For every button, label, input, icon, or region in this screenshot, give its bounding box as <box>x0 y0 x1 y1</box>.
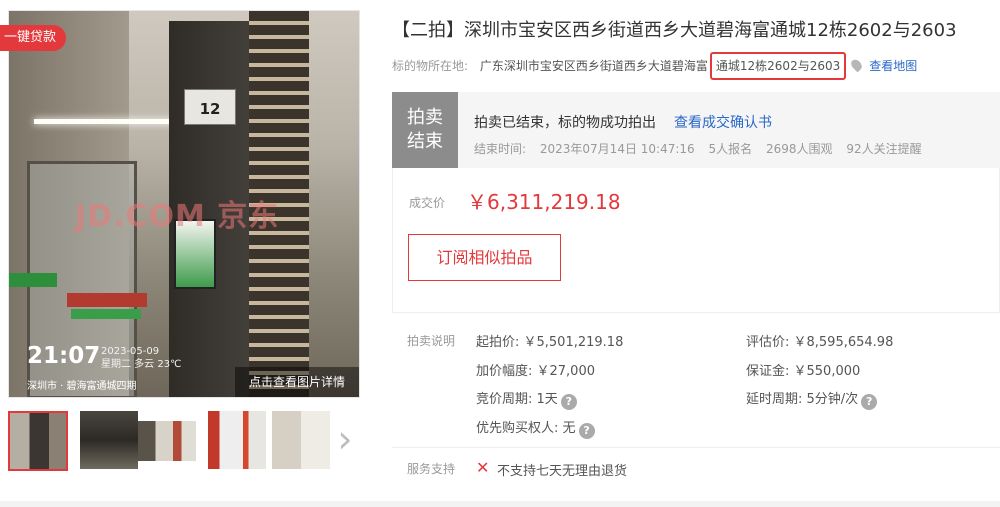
bottom-divider <box>0 501 1000 507</box>
end-time-label: 结束时间: <box>474 142 527 156</box>
thumbnail-1[interactable] <box>8 411 68 471</box>
status-badge-line1: 拍卖 <box>407 107 443 128</box>
priority-buyer-row: 优先购买权人: 无? <box>476 417 595 439</box>
auction-status-box: 拍卖 结束 拍卖已结束，标的物成功拍出 查看成交确认书 结束时间: 2023年07… <box>392 92 1000 168</box>
view-confirmation-link[interactable]: 查看成交确认书 <box>674 115 772 131</box>
appraisal-price: 评估价: ￥8,595,654.98 <box>746 335 894 350</box>
signup-count: 5人报名 <box>708 142 753 156</box>
status-stats-row: 结束时间: 2023年07月14日 10:47:16 5人报名 2698人围观 … <box>474 140 932 157</box>
deposit: 保证金: ￥550,000 <box>746 364 861 379</box>
no-return-policy: 不支持七天无理由退货 <box>497 464 628 479</box>
service-support-row: 服务支持 ✕ 不支持七天无理由退货 <box>392 447 1000 485</box>
extension-period-row: 延时周期: 5分钟/次? <box>746 388 878 410</box>
thumbnail-5[interactable] <box>272 411 330 469</box>
view-map-link[interactable]: 查看地图 <box>869 59 917 73</box>
auction-notes-label: 拍卖说明 <box>407 334 456 348</box>
location-row: 标的物所在地: 广东深圳市宝安区西乡街道西乡大道碧海富 通城12栋2602与260… <box>392 52 917 80</box>
price-box: 成交价 ￥6,311,219.18 订阅相似拍品 <box>392 168 1000 313</box>
status-message-row: 拍卖已结束，标的物成功拍出 查看成交确认书 <box>474 112 772 132</box>
question-icon[interactable]: ? <box>560 394 577 410</box>
main-property-photo[interactable]: 12 JD.COM 京东 21:07 2023-05-09 星期二 多云 23℃… <box>8 10 360 398</box>
subscribe-similar-button[interactable]: 订阅相似拍品 <box>408 234 561 281</box>
end-time: 2023年07月14日 10:47:16 <box>539 142 695 156</box>
jd-watermark: JD.COM 京东 <box>75 199 280 234</box>
photo-stamp-date: 2023-05-09 星期二 多云 23℃ <box>101 345 181 371</box>
deal-price: ￥6,311,219.18 <box>467 190 621 214</box>
photo-green-sign <box>9 273 57 287</box>
starting-price: 起拍价: ￥5,501,219.18 <box>476 335 624 350</box>
photo-stamp-time: 21:07 <box>27 343 101 369</box>
bid-increment: 加价幅度: ￥27,000 <box>476 364 595 379</box>
thumbnail-3[interactable] <box>138 421 196 461</box>
photo-stamp-location: 深圳市 · 碧海富通城四期 <box>27 381 137 392</box>
location-address: 广东深圳市宝安区西乡街道西乡大道碧海富 <box>479 59 708 73</box>
thumbnail-strip: › <box>8 411 360 477</box>
one-click-loan-badge[interactable]: 一键贷款 <box>0 25 67 51</box>
auction-title: 【二拍】深圳市宝安区西乡街道西乡大道碧海富通城12栋2602与2603 <box>392 20 957 41</box>
photo-green-sign-2 <box>71 309 141 319</box>
image-gallery: 12 JD.COM 京东 21:07 2023-05-09 星期二 多云 23℃… <box>0 8 362 478</box>
priority-buyer: 优先购买权人: 无 <box>476 421 576 436</box>
thumbnail-2[interactable] <box>80 411 138 469</box>
service-support-label: 服务支持 <box>407 462 456 476</box>
deal-price-label: 成交价 <box>409 196 446 210</box>
chevron-right-icon[interactable]: › <box>332 417 358 463</box>
question-icon[interactable]: ? <box>578 423 595 439</box>
view-count: 2698人围观 <box>765 142 833 156</box>
photo-stamp-weather: 星期二 多云 23℃ <box>101 359 182 370</box>
thumbnail-4[interactable] <box>208 411 266 469</box>
question-icon[interactable]: ? <box>861 394 878 410</box>
location-address-highlight: 通城12栋2602与2603 <box>709 52 847 80</box>
cross-icon: ✕ <box>476 458 490 477</box>
reminder-count: 92人关注提醒 <box>846 142 922 156</box>
location-label: 标的物所在地: <box>392 59 469 73</box>
photo-ceiling-light <box>34 119 184 124</box>
auction-ended-badge: 拍卖 结束 <box>392 92 458 168</box>
bidding-period: 竞价周期: 1天 <box>476 392 558 407</box>
photo-building-sign: 12 <box>184 89 236 125</box>
status-badge-line2: 结束 <box>407 131 443 152</box>
bidding-period-row: 竞价周期: 1天? <box>476 388 577 410</box>
photo-red-sign <box>67 293 147 307</box>
photo-stamp-date-line: 2023-05-09 <box>101 346 160 357</box>
status-message: 拍卖已结束，标的物成功拍出 <box>474 115 656 131</box>
auction-info-panel: 【二拍】深圳市宝安区西乡街道西乡大道碧海富通城12栋2602与2603 标的物所… <box>392 0 1000 507</box>
extension-period: 延时周期: 5分钟/次 <box>746 392 859 407</box>
map-pin-icon <box>849 57 865 73</box>
view-image-details-button[interactable]: 点击查看图片详情 <box>235 367 359 397</box>
